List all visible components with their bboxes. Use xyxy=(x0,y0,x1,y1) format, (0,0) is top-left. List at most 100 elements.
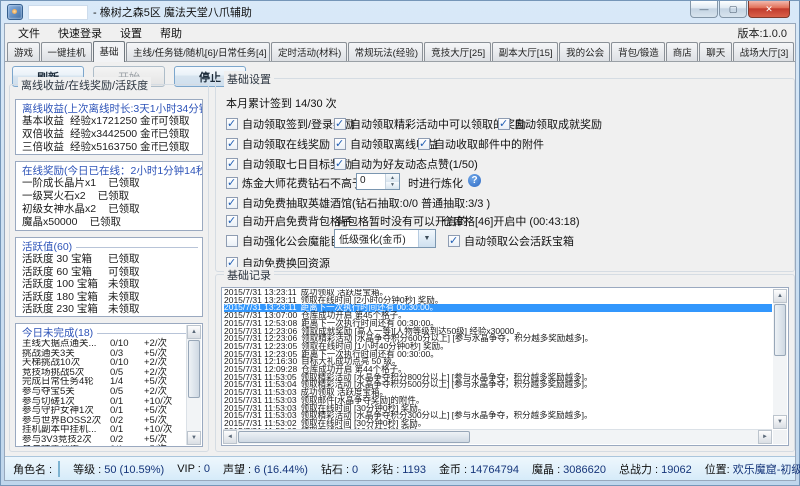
log-group: 基础记录 2015/7/31 13:23:11成功领取 活跃度宝箱。 2015/… xyxy=(215,274,795,452)
spinner-up-icon[interactable]: ▲ xyxy=(386,174,399,182)
checkbox-alchemy-master[interactable]: ✓ 炼金大师花费钻石不高于 xyxy=(226,175,363,191)
offline-income-row[interactable]: 基本收益 经验x1721250 金币x... 可领取 xyxy=(22,115,198,128)
checkbox-label: 自动领取公会活跃宝箱 xyxy=(464,233,574,249)
alchemy-diamond-spinner[interactable]: 0 ▲ ▼ xyxy=(356,173,400,190)
spinner-down-icon[interactable]: ▼ xyxy=(386,182,399,190)
tab[interactable]: 定时活动(材料) xyxy=(271,42,347,61)
menu-item[interactable]: 快速登录 xyxy=(49,24,111,42)
todo-list: 今日未完成(18) 主线大据点通关... 0/10 +2/次 挑战通关3关 xyxy=(15,323,203,447)
menu-item[interactable]: 帮助 xyxy=(151,24,191,42)
checkbox-auto-like-friends[interactable]: ✓ 自动为好友动态点赞(1/50) xyxy=(334,156,478,172)
checkbox-label: 炼金大师花费钻石不高于 xyxy=(242,175,363,191)
content-area: 刷新 开始 停止 离线收益/在线奖励/活跃度 离线收益(上次离线时长:3天1小时… xyxy=(5,62,795,456)
tab-label: 聊天 xyxy=(706,48,725,59)
scroll-up-icon[interactable]: ▲ xyxy=(187,325,201,339)
todo-row[interactable]: 参与神之试炼 0/1 +5/次 xyxy=(22,445,184,447)
activity-chest-row[interactable]: 活跃度 180 宝箱 未领取 xyxy=(22,291,198,304)
tab-label: 竞技大厅[25] xyxy=(431,48,485,59)
alchemy-suffix-text: 时进行炼化 xyxy=(408,175,463,191)
maximize-button[interactable]: ▢ xyxy=(719,1,747,18)
scroll-down-icon[interactable]: ▼ xyxy=(773,415,787,429)
tab[interactable]: 我的公会 xyxy=(559,42,610,61)
scrollbar-thumb[interactable] xyxy=(188,340,200,398)
scrollbar-thumb[interactable] xyxy=(238,431,470,443)
todo-scrollbar[interactable]: ▲ ▼ xyxy=(186,325,201,445)
window-controls: — ▢ ✕ xyxy=(690,1,790,18)
online-reward-row[interactable]: 一级冥火石x2 已领取 xyxy=(22,190,198,203)
resize-grip[interactable]: ⋰ xyxy=(783,466,792,477)
tab-strip: 游戏 一键挂机 基础 主线/任务链/随机[6]/日常任务[4] 定时活动(材料)… xyxy=(5,41,795,62)
online-reward-row[interactable]: 魔晶x50000 已领取 xyxy=(22,216,198,229)
scroll-left-icon[interactable]: ◄ xyxy=(223,430,237,444)
online-reward-row[interactable]: 一阶成长晶片x1 已领取 xyxy=(22,177,198,190)
checkbox-box: ✓ xyxy=(334,138,346,150)
check-icon: ✓ xyxy=(227,214,236,227)
tab-label: 战场大厅[3] xyxy=(740,48,789,59)
tab-label: 常规玩法(经验) xyxy=(355,48,418,59)
check-icon: ✓ xyxy=(335,117,344,130)
check-icon: ✓ xyxy=(227,196,236,209)
online-reward-list: 在线奖励(今日已在线：2小时1分钟14秒) 一阶成长晶片x1 已领取 一级冥火石… xyxy=(15,161,203,231)
log-vertical-scrollbar[interactable]: ▲ ▼ xyxy=(773,289,787,429)
tab[interactable]: 背包/锻造 xyxy=(611,42,665,61)
activity-chest-row[interactable]: 活跃度 230 宝箱 未领取 xyxy=(22,303,198,316)
check-icon: ✓ xyxy=(227,157,236,170)
tab-label: 我的公会 xyxy=(566,48,604,59)
checkbox-auto-guild-chest[interactable]: ✓ 自动领取公会活跃宝箱 xyxy=(448,233,574,249)
activity-chest-row[interactable]: 活跃度 30 宝箱 已领取 xyxy=(22,253,198,266)
todo-header: 今日未完成(18) xyxy=(22,325,93,340)
checkbox-box: ✓ xyxy=(334,158,346,170)
tab[interactable]: 副本大厅[15] xyxy=(492,42,558,61)
tab[interactable]: 战场大厅[3] xyxy=(733,42,794,61)
activity-chest-row[interactable]: 活跃度 100 宝箱 未领取 xyxy=(22,278,198,291)
check-icon: ✓ xyxy=(419,137,428,150)
online-reward-row[interactable]: 初级女神水晶x2 已领取 xyxy=(22,203,198,216)
status-item: 总战力 :19062 xyxy=(619,461,692,477)
tab[interactable]: 游戏 xyxy=(7,42,40,61)
check-icon: ✓ xyxy=(449,234,458,247)
scroll-right-icon[interactable]: ► xyxy=(758,430,772,444)
app-window: - 橡树之森5区 魔法天堂八爪辅助 — ▢ ✕ 文件快速登录设置帮助 版本:1.… xyxy=(0,0,800,486)
header-rule xyxy=(97,333,198,334)
tab-label: 主线/任务链/随机[6]/日常任务[4] xyxy=(133,48,267,59)
activity-chest-row[interactable]: 活跃度 60 宝箱 可领取 xyxy=(22,266,198,279)
tab[interactable]: 常规玩法(经验) xyxy=(348,42,424,61)
settings-group-title: 基础设置 xyxy=(224,71,274,87)
checkbox-auto-open-bag-slot[interactable]: ✓ 自动开启免费背包格子 xyxy=(226,213,352,229)
checkbox-auto-mail-attachment[interactable]: ✓ 自动收取邮件中的附件 xyxy=(418,136,544,152)
checkbox-box: ✓ xyxy=(226,118,238,130)
help-icon[interactable]: ? xyxy=(468,174,481,187)
checkbox-box: ✓ xyxy=(418,138,430,150)
rewards-group: 离线收益/在线奖励/活跃度 离线收益(上次离线时长:3天1小时34分钟18秒) … xyxy=(9,84,209,452)
scroll-down-icon[interactable]: ▼ xyxy=(187,431,201,445)
tab[interactable]: 聊天 xyxy=(699,42,732,61)
close-button[interactable]: ✕ xyxy=(748,1,790,18)
character-name-box xyxy=(58,461,60,477)
cannon-strengthen-select[interactable]: 低级强化(金币) ▼ xyxy=(334,229,436,248)
checkbox-auto-tavern-draw[interactable]: ✓ 自动免费抽取英雄酒馆(钻石抽取:0/0 普通抽取:3/3 ) xyxy=(226,195,490,211)
character-name-label: 角色名 : xyxy=(13,461,52,477)
tab[interactable]: 主线/任务链/随机[6]/日常任务[4] xyxy=(126,42,270,61)
status-item: 声望 :6 (16.44%) xyxy=(223,461,308,477)
tab[interactable]: 基础 xyxy=(93,41,126,62)
checkbox-label: 自动免费抽取英雄酒馆(钻石抽取:0/0 普通抽取:3/3 ) xyxy=(242,195,490,211)
check-icon: ✓ xyxy=(227,117,236,130)
tab[interactable]: 一键挂机 xyxy=(41,42,92,61)
scrollbar-thumb[interactable] xyxy=(774,304,786,356)
checkbox-label: 自动领取成就奖励 xyxy=(514,116,602,132)
menu-item[interactable]: 设置 xyxy=(111,24,151,42)
select-value: 低级强化(金币) xyxy=(335,231,418,246)
log-horizontal-scrollbar[interactable]: ◄ ► xyxy=(223,429,772,444)
minimize-button[interactable]: — xyxy=(690,1,718,18)
menu-item[interactable]: 文件 xyxy=(9,24,49,42)
offline-income-row[interactable]: 双倍收益 经验x3442500 金币x... 已领取 xyxy=(22,128,198,141)
title-bar: - 橡树之森5区 魔法天堂八爪辅助 — ▢ ✕ xyxy=(4,1,796,23)
checkbox-auto-online-reward[interactable]: ✓ 自动领取在线奖励 xyxy=(226,136,330,152)
checkbox-auto-achievement[interactable]: ✓ 自动领取成就奖励 xyxy=(498,116,602,132)
tab[interactable]: 商店 xyxy=(666,42,699,61)
tab-label: 游戏 xyxy=(14,48,33,59)
scroll-up-icon[interactable]: ▲ xyxy=(773,289,787,303)
tab[interactable]: 竞技大厅[25] xyxy=(424,42,490,61)
offline-income-row[interactable]: 三倍收益 经验x5163750 金币x... 已领取 xyxy=(22,141,198,154)
status-item: VIP :0 xyxy=(177,463,210,475)
